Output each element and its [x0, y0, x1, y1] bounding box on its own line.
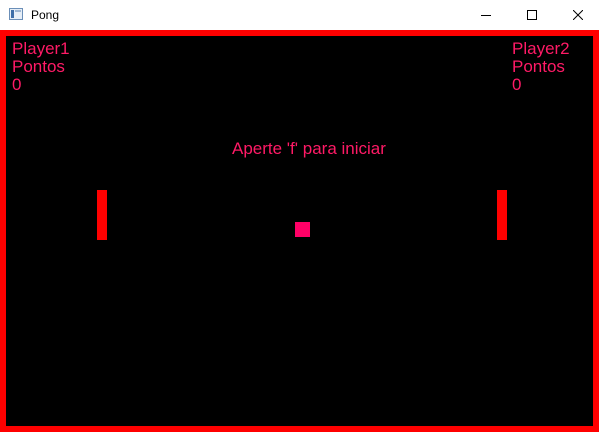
player1-name: Player1 [12, 39, 70, 58]
ball [295, 222, 310, 237]
game-canvas[interactable]: Player1 Pontos 0 Player2 Pontos 0 Aperte… [0, 30, 599, 432]
start-prompt: Aperte 'f' para iniciar [232, 139, 386, 158]
player2-paddle [497, 190, 507, 240]
app-icon [9, 8, 23, 20]
player2-score-panel: Player2 Pontos 0 [512, 40, 570, 94]
minimize-icon [481, 15, 491, 16]
close-button[interactable] [555, 0, 599, 30]
player1-score-panel: Player1 Pontos 0 [12, 40, 70, 94]
maximize-icon [527, 10, 537, 20]
maximize-button[interactable] [509, 0, 555, 30]
player1-points-label: Pontos [12, 57, 65, 76]
player2-points-label: Pontos [512, 57, 565, 76]
minimize-button[interactable] [463, 0, 509, 30]
player2-score: 0 [512, 75, 522, 94]
player1-score: 0 [12, 75, 22, 94]
window-title: Pong [31, 8, 60, 22]
player1-paddle [97, 190, 107, 240]
close-icon [573, 10, 583, 20]
pong-window: Pong Player1 Pontos 0 Player2 Pontos 0 A… [0, 0, 599, 432]
title-bar[interactable]: Pong [0, 0, 599, 30]
player2-name: Player2 [512, 39, 570, 58]
